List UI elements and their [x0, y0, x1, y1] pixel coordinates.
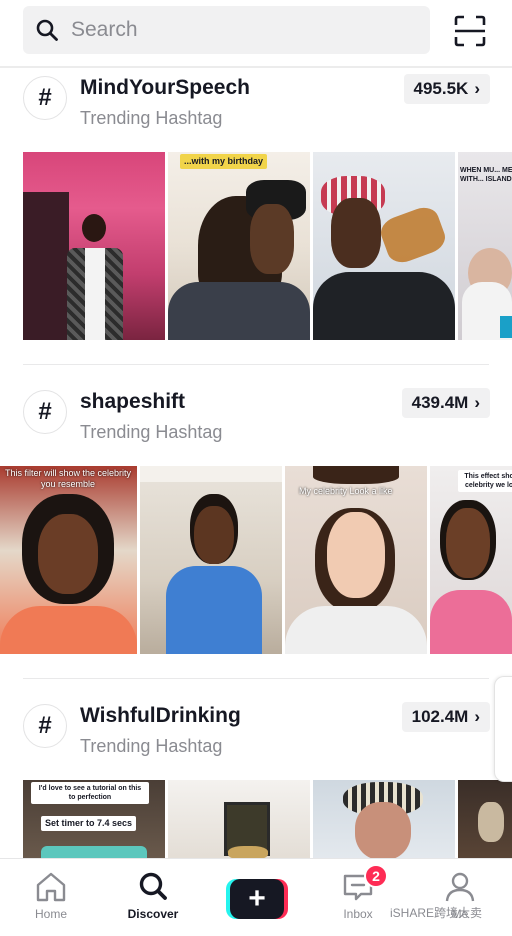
view-count-badge[interactable]: 439.4M › — [401, 388, 490, 418]
video-thumbnail[interactable] — [23, 152, 165, 340]
nav-discover-label: Discover — [127, 907, 179, 921]
chevron-right-icon: › — [474, 707, 480, 726]
video-caption: I'd love to see a tutorial on this to pe… — [31, 782, 149, 804]
video-caption: Set timer to 7.4 secs — [41, 816, 137, 831]
bottom-navigation: Home Discover + Inbox 2 Me — [0, 858, 512, 936]
video-thumbnail-row: This filter will show the celebrity you … — [0, 466, 512, 654]
video-thumbnail-row: ...with my birthday WHEN MU... MEET WITH… — [0, 152, 512, 340]
video-caption: This effect sho... celebrity we lo... — [458, 470, 512, 492]
nav-inbox-label: Inbox — [343, 907, 373, 921]
hashtag-subtitle: Trending Hashtag — [80, 736, 223, 756]
video-thumbnail[interactable]: I'd love to see a tutorial on this to pe… — [23, 780, 165, 860]
hashtag-title[interactable]: WishfulDrinking — [80, 704, 241, 728]
video-thumbnail[interactable] — [168, 780, 310, 860]
hashtag-icon: # — [23, 76, 67, 120]
video-caption: This filter will show the celebrity you … — [4, 468, 132, 489]
scan-icon[interactable] — [452, 13, 488, 49]
watermark-text: iSHARE跨境大卖 — [390, 906, 483, 920]
plus-icon: + — [248, 882, 266, 915]
hashtag-subtitle: Trending Hashtag — [80, 422, 223, 442]
view-count: 495.5K — [413, 79, 469, 98]
inbox-notification-badge: 2 — [364, 864, 388, 888]
video-caption: My celebrity Look a like — [299, 486, 393, 496]
search-placeholder: Search — [71, 18, 138, 41]
home-icon — [36, 872, 66, 902]
nav-home[interactable]: Home — [11, 871, 91, 921]
hashtag-icon: # — [23, 390, 67, 434]
video-thumbnail[interactable]: My celebrity Look a like — [285, 466, 427, 654]
video-thumbnail[interactable] — [313, 780, 455, 860]
hashtag-title[interactable]: MindYourSpeech — [80, 76, 250, 100]
side-panel-handle[interactable] — [494, 676, 512, 782]
hashtag-subtitle: Trending Hashtag — [80, 108, 223, 128]
chevron-right-icon: › — [474, 393, 480, 412]
video-thumbnail[interactable]: This effect sho... celebrity we lo... — [430, 466, 512, 654]
hashtag-title[interactable]: shapeshift — [80, 390, 185, 414]
video-thumbnail[interactable] — [313, 152, 455, 340]
video-thumbnail[interactable]: This filter will show the celebrity you … — [0, 466, 137, 654]
create-video-button[interactable]: + — [226, 879, 288, 919]
video-thumbnail[interactable] — [140, 466, 282, 654]
video-thumbnail-row: I'd love to see a tutorial on this to pe… — [0, 780, 512, 860]
view-count: 439.4M — [411, 393, 469, 412]
video-caption: ...with my birthday — [180, 154, 268, 169]
view-count-badge[interactable]: 102.4M › — [401, 702, 490, 732]
discover-search-icon — [139, 872, 167, 900]
header-divider — [0, 66, 512, 68]
nav-discover[interactable]: Discover — [113, 871, 193, 921]
profile-icon — [445, 872, 475, 902]
section-divider — [23, 678, 489, 679]
hashtag-icon: # — [23, 704, 67, 748]
video-thumbnail[interactable]: WHEN MU... MEET WITH... ISLAND — [458, 152, 512, 340]
chevron-right-icon: › — [474, 79, 480, 98]
nav-home-label: Home — [34, 907, 67, 921]
search-icon — [36, 19, 58, 41]
section-divider — [23, 364, 489, 365]
video-thumbnail[interactable] — [458, 780, 512, 860]
video-caption: WHEN MU... MEET WITH... ISLAND — [460, 167, 512, 183]
view-count: 102.4M — [411, 707, 469, 726]
video-thumbnail[interactable]: ...with my birthday — [168, 152, 310, 340]
view-count-badge[interactable]: 495.5K › — [403, 74, 490, 104]
search-input[interactable]: Search — [23, 6, 430, 54]
